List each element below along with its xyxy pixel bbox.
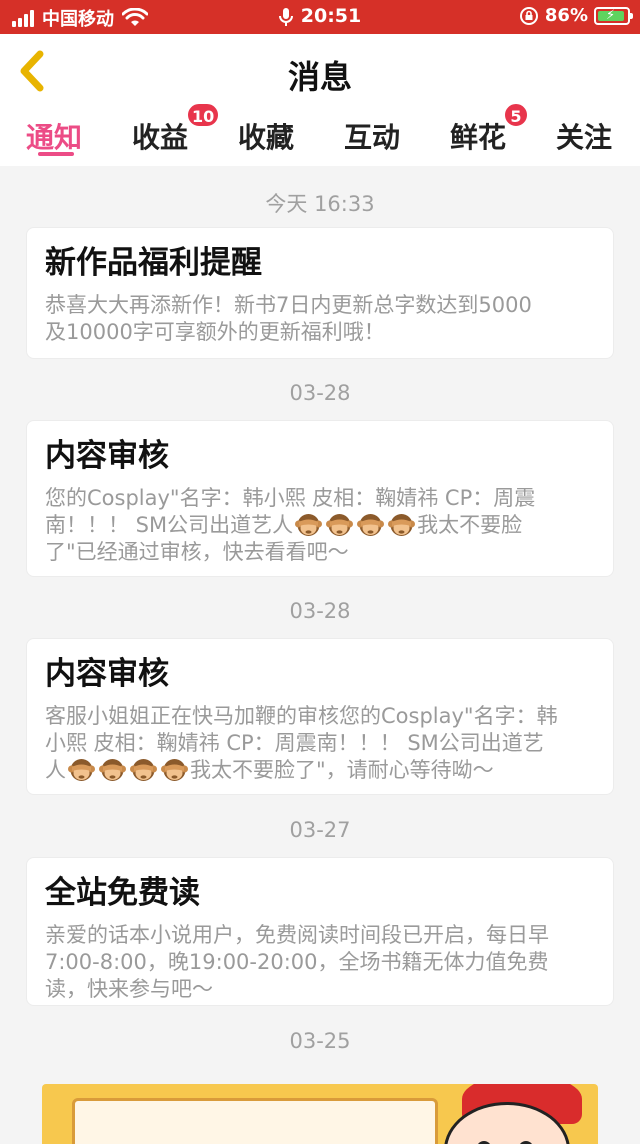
tab-earnings[interactable]: 收益	[132, 116, 188, 156]
message-title: 全站免费读	[45, 875, 200, 911]
message-body: 客服小姐姐正在快马加鞭的审核您的Cosplay"名字：韩 小熙 皮相：鞠婧祎 C…	[45, 703, 595, 784]
message-card[interactable]: 内容审核 客服小姐姐正在快马加鞭的审核您的Cosplay"名字：韩 小熙 皮相：…	[26, 638, 614, 795]
nav-bar: 消息	[0, 34, 640, 109]
message-date: 03-27	[289, 818, 351, 842]
promo-banner-image[interactable]	[42, 1084, 598, 1144]
see-no-evil-monkey-icon	[388, 514, 416, 536]
tab-following[interactable]: 关注	[556, 116, 612, 156]
message-body-line: 了"已经通过审核，快去看看吧～	[45, 540, 349, 564]
see-no-evil-monkey-icon	[295, 514, 323, 536]
earnings-badge: 10	[186, 102, 221, 128]
message-date: 03-28	[289, 599, 351, 623]
message-title: 内容审核	[45, 438, 169, 474]
message-card[interactable]: 新作品福利提醒 恭喜大大再添新作！新书7日内更新总字数达到5000 及10000…	[26, 227, 614, 359]
message-body-line: 客服小姐姐正在快马加鞭的审核您的Cosplay"名字：韩	[45, 704, 558, 728]
body-text: 我太不要脸了"，请耐心等待呦～	[190, 758, 494, 782]
active-tab-indicator	[38, 152, 74, 156]
see-no-evil-monkey-icon	[357, 514, 385, 536]
status-bar: 中国移动 20:51 86% ⚡	[0, 0, 640, 34]
message-date: 03-28	[289, 381, 351, 405]
message-body-line: 7:00-8:00，晚19:00-20:00，全场书籍无体力值免费	[45, 950, 549, 974]
message-date: 今天 16:33	[265, 192, 375, 216]
tab-favorites[interactable]: 收藏	[238, 116, 294, 156]
message-body-line: 亲爱的话本小说用户，免费阅读时间段已开启，每日早	[45, 923, 549, 947]
see-no-evil-monkey-icon	[161, 759, 188, 781]
body-text: 人	[45, 758, 66, 782]
rotation-lock-icon	[519, 6, 538, 25]
see-no-evil-monkey-icon	[326, 514, 354, 536]
message-date: 03-25	[289, 1029, 351, 1053]
body-text: 我太不要脸	[417, 513, 523, 537]
time-text: 20:51	[300, 5, 362, 27]
message-card[interactable]: 全站免费读 亲爱的话本小说用户，免费阅读时间段已开启，每日早 7:00-8:00…	[26, 857, 614, 1006]
tab-flowers[interactable]: 鲜花	[450, 116, 506, 156]
message-body: 亲爱的话本小说用户，免费阅读时间段已开启，每日早 7:00-8:00，晚19:0…	[45, 922, 595, 1003]
message-title: 内容审核	[45, 656, 169, 692]
battery-percent: 86%	[544, 5, 588, 26]
message-body-line: 恭喜大大再添新作！新书7日内更新总字数达到5000	[45, 293, 532, 317]
message-body-line: 您的Cosplay"名字：韩小熙 皮相：鞠婧祎 CP：周震	[45, 486, 536, 510]
message-card[interactable]: 内容审核 您的Cosplay"名字：韩小熙 皮相：鞠婧祎 CP：周震 南！！！ …	[26, 420, 614, 577]
body-text: 南！！！ SM公司出道艺人	[45, 513, 294, 537]
battery-icon: ⚡	[594, 6, 633, 25]
see-no-evil-monkey-icon	[130, 759, 157, 781]
message-title: 新作品福利提醒	[45, 245, 262, 281]
microphone-icon	[278, 7, 293, 26]
message-body: 恭喜大大再添新作！新书7日内更新总字数达到5000 及10000字可享额外的更新…	[45, 292, 595, 346]
message-body-line: 及10000字可享额外的更新福利哦！	[45, 320, 385, 344]
status-right: 86% ⚡	[519, 5, 633, 26]
tab-bar	[0, 108, 640, 166]
message-body-line: 人 我太不要脸了"，请耐心等待呦～	[45, 757, 595, 784]
message-body-line: 小熙 皮相：鞠婧祎 CP：周震南！！！ SM公司出道艺	[45, 731, 544, 755]
tab-interactions[interactable]: 互动	[344, 116, 400, 156]
tab-notifications[interactable]: 通知	[26, 116, 82, 156]
flowers-badge: 5	[503, 102, 529, 128]
message-body-line: 南！！！ SM公司出道艺人 我太不要脸	[45, 512, 595, 539]
see-no-evil-monkey-icon	[99, 759, 126, 781]
see-no-evil-monkey-icon	[68, 759, 95, 781]
message-body-line: 读，快来参与吧～	[45, 977, 213, 1001]
message-body: 您的Cosplay"名字：韩小熙 皮相：鞠婧祎 CP：周震 南！！！ SM公司出…	[45, 485, 595, 566]
page-title: 消息	[287, 58, 352, 96]
scroll-paper-graphic	[72, 1098, 438, 1144]
